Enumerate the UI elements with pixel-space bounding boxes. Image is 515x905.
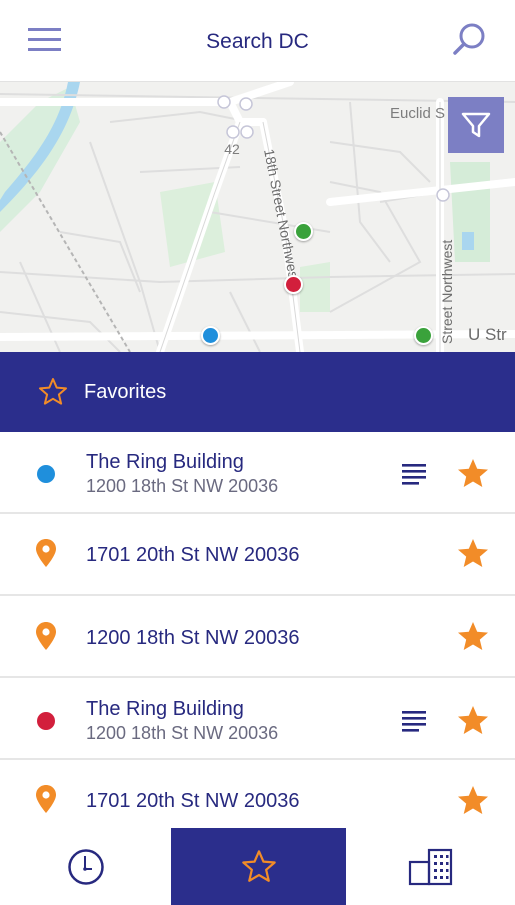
map-pin-blue[interactable]	[201, 326, 220, 345]
place-address: 1200 18th St NW 20036	[86, 627, 300, 649]
favorites-title: Favorites	[84, 380, 167, 403]
place-address: 1200 18th St NW 20036	[86, 476, 279, 496]
page-title: Search DC	[206, 30, 309, 53]
map-street-label-euclid: Euclid S	[390, 105, 445, 122]
favorites-header: Favorites	[0, 352, 515, 432]
map-street-label-u: U Str	[468, 325, 507, 344]
details-icon[interactable]	[400, 708, 428, 732]
top-bar: Search DC	[0, 0, 515, 82]
favorite-star-icon[interactable]	[456, 785, 490, 817]
map-pin-green[interactable]	[294, 222, 313, 241]
list-item[interactable]: 1701 20th St NW 20036	[0, 760, 515, 828]
map-view[interactable]: 42 18th Street Northwest Street Northwes…	[0, 82, 515, 352]
map-street-label-nw: Street Northwest	[439, 240, 455, 344]
favorite-star-icon[interactable]	[456, 538, 490, 570]
filter-icon	[461, 112, 491, 138]
place-address: 1200 18th St NW 20036	[86, 723, 279, 743]
location-dot-icon	[37, 712, 55, 730]
filter-button[interactable]	[448, 97, 504, 153]
list-item[interactable]: The Ring Building 1200 18th St NW 20036	[0, 432, 515, 514]
map-pin-green[interactable]	[414, 326, 433, 345]
tab-favorites[interactable]	[171, 828, 346, 905]
location-pin-icon	[36, 622, 56, 650]
place-name: The Ring Building	[86, 451, 244, 473]
place-address: 1701 20th St NW 20036	[86, 544, 300, 566]
star-outline-icon	[39, 378, 67, 405]
map-route-label: 42	[224, 141, 240, 157]
tab-recent[interactable]	[0, 828, 171, 905]
list-item[interactable]: 1701 20th St NW 20036	[0, 514, 515, 596]
favorite-star-icon[interactable]	[456, 621, 490, 653]
map-tiles: 42 18th Street Northwest Street Northwes…	[0, 82, 515, 352]
clock-icon	[67, 848, 104, 885]
buildings-icon	[408, 848, 452, 885]
list-item[interactable]: 1200 18th St NW 20036	[0, 596, 515, 678]
favorites-list: The Ring Building 1200 18th St NW 20036 …	[0, 432, 515, 828]
map-pin-red[interactable]	[284, 275, 303, 294]
tab-buildings[interactable]	[346, 828, 515, 905]
location-pin-icon	[36, 785, 56, 813]
favorite-star-icon[interactable]	[456, 705, 490, 737]
app-screen: Search DC 42 18th Street Northwest Stree…	[0, 0, 515, 905]
favorite-star-icon[interactable]	[456, 458, 490, 490]
place-address: 1701 20th St NW 20036	[86, 790, 300, 812]
place-name: The Ring Building	[86, 698, 244, 720]
location-dot-icon	[37, 465, 55, 483]
details-icon[interactable]	[400, 461, 428, 485]
star-icon	[241, 849, 276, 882]
search-icon[interactable]	[450, 20, 490, 60]
bottom-nav	[0, 828, 515, 905]
location-pin-icon	[36, 539, 56, 567]
list-item[interactable]: The Ring Building 1200 18th St NW 20036	[0, 678, 515, 760]
